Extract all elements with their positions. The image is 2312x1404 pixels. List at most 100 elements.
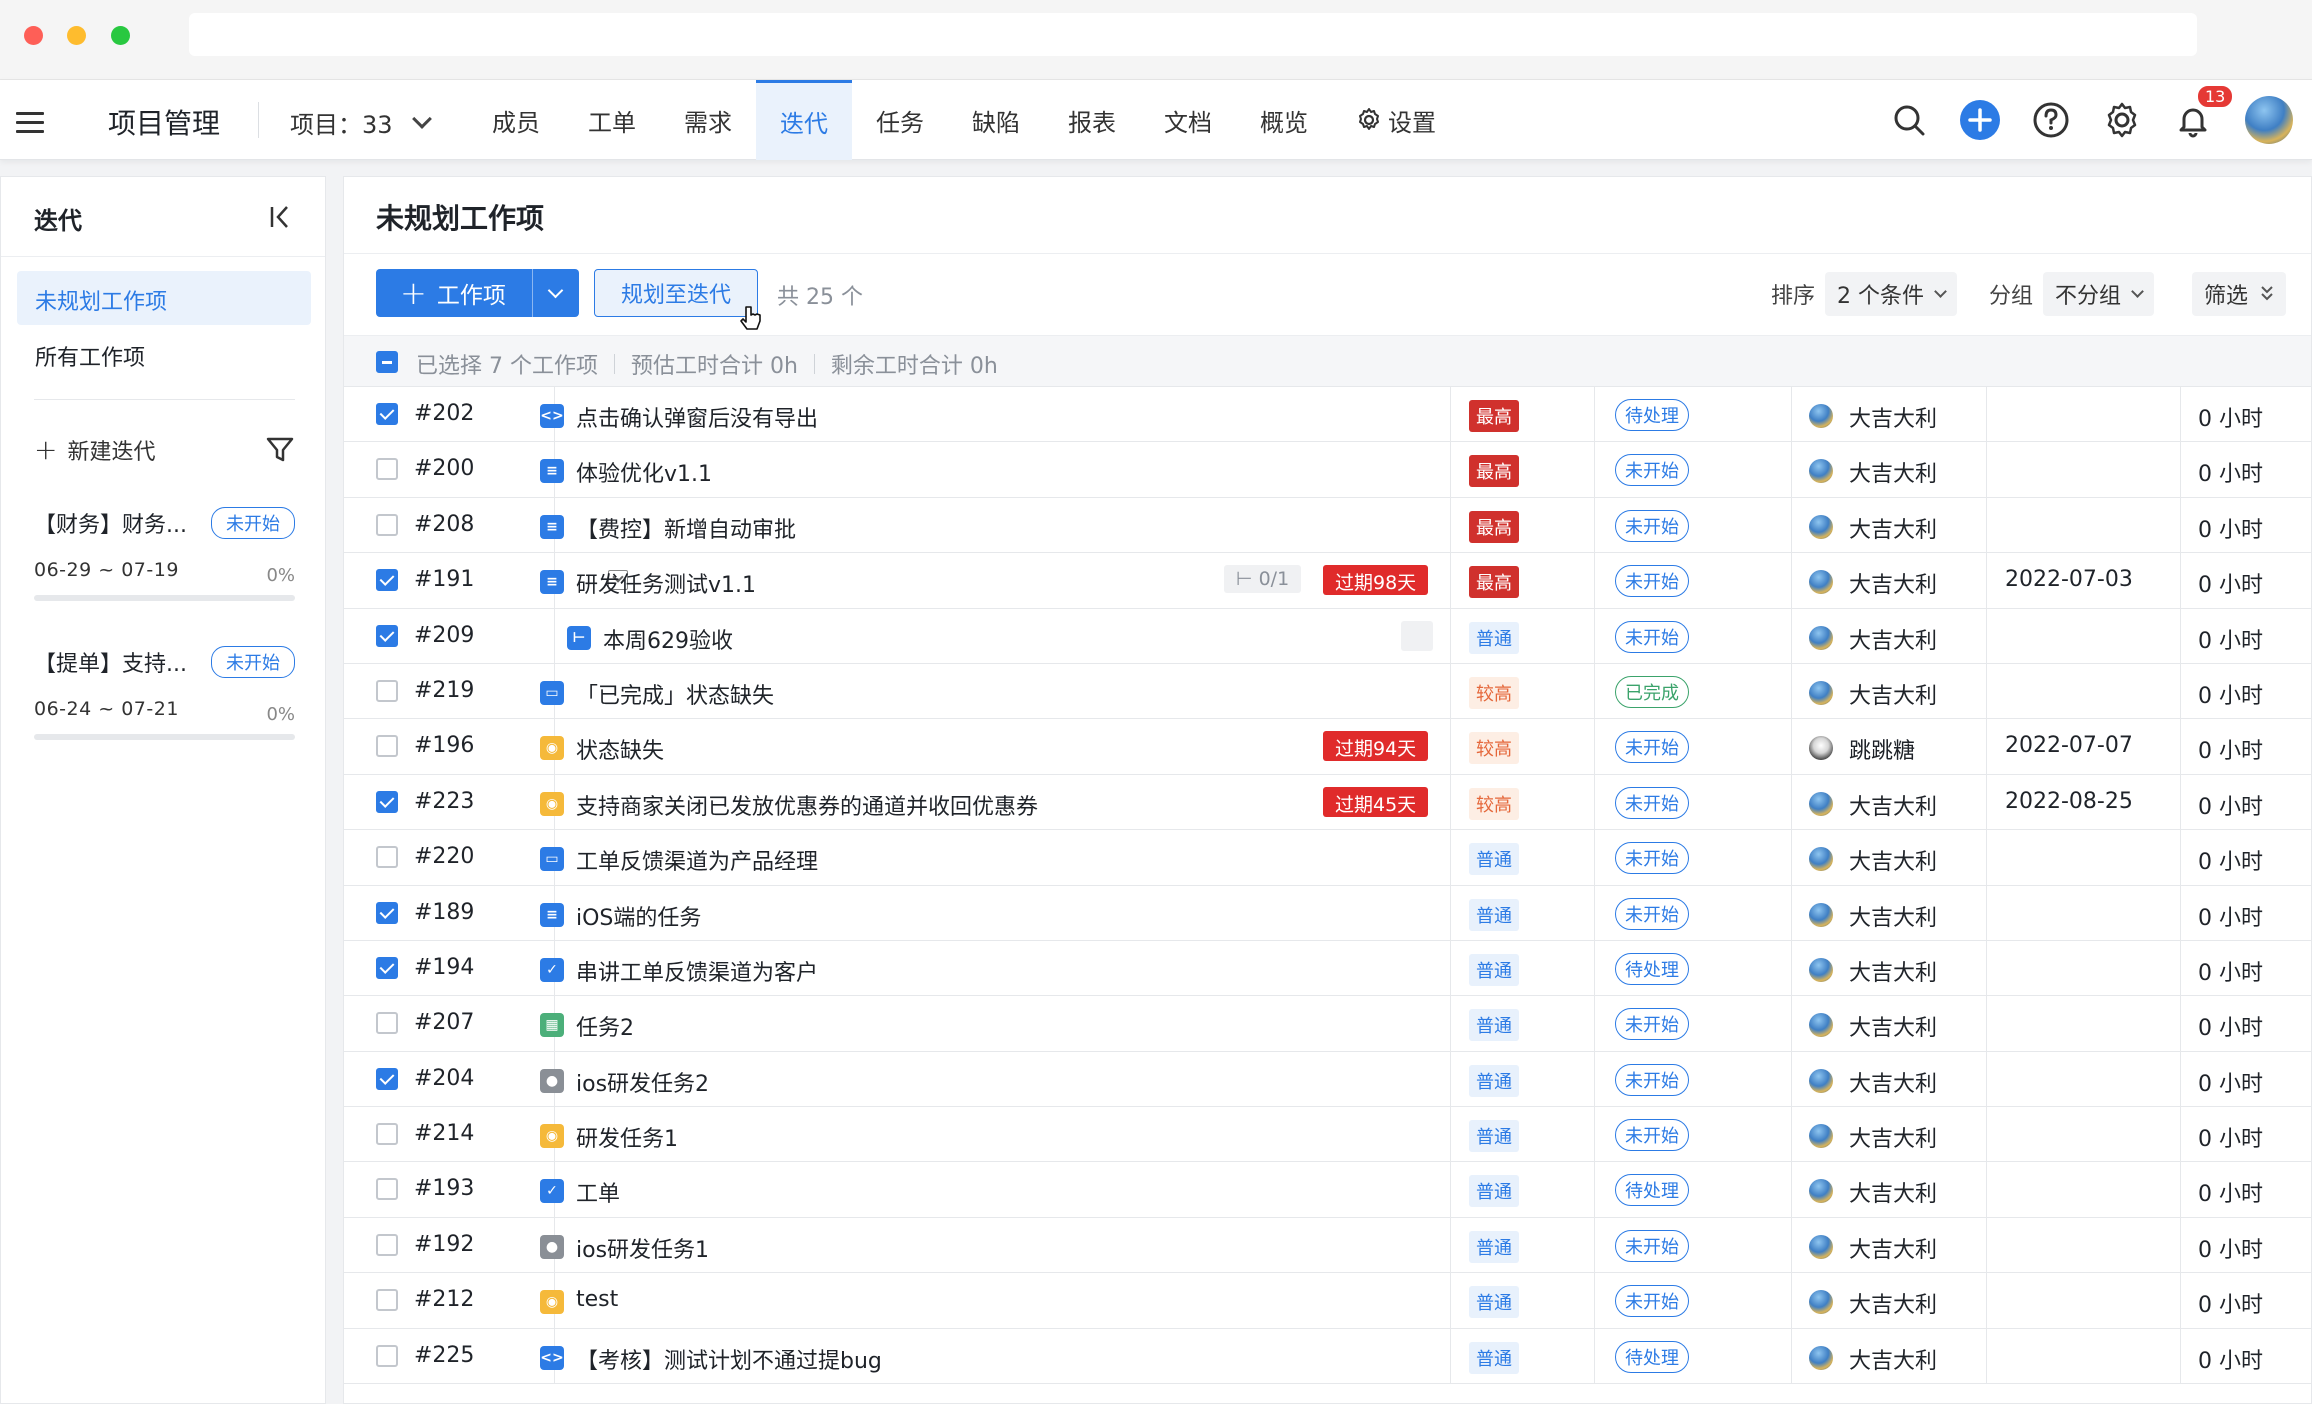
table-row[interactable]: #225 <> 【考核】测试计划不通过提bug 普通 待处理 大吉大利 0 小时 xyxy=(344,1328,2311,1385)
due-date[interactable]: 2022-08-25 xyxy=(2005,789,2133,814)
item-title[interactable]: 工单 xyxy=(576,1176,620,1208)
priority-badge[interactable]: 较高 xyxy=(1469,732,1519,765)
assignee-name[interactable]: 大吉大利 xyxy=(1849,1343,1937,1375)
iteration-item[interactable]: 【提单】支持... 未开始 06-24 ~ 07-21 0% xyxy=(34,646,295,740)
plan-to-iteration-button[interactable]: 规划至迭代 xyxy=(594,269,759,317)
table-row[interactable]: #193 ✓ 工单 普通 待处理 大吉大利 0 小时 xyxy=(344,1162,2311,1218)
row-checkbox[interactable] xyxy=(376,1178,398,1201)
table-row[interactable]: #200 ≡ 体验优化v1.1 最高 未开始 大吉大利 0 小时 xyxy=(344,442,2311,498)
status-badge[interactable]: 待处理 xyxy=(1615,399,1689,431)
add-work-item-dropdown[interactable] xyxy=(533,269,579,317)
group-dropdown[interactable]: 不分组 xyxy=(2043,272,2155,316)
row-checkbox[interactable] xyxy=(376,403,398,425)
status-badge[interactable]: 未开始 xyxy=(1615,565,1689,598)
assignee-name[interactable]: 大吉大利 xyxy=(1849,844,1937,876)
priority-badge[interactable]: 普通 xyxy=(1469,621,1519,654)
row-checkbox[interactable] xyxy=(376,1067,398,1090)
priority-badge[interactable]: 普通 xyxy=(1469,1286,1519,1319)
item-title[interactable]: 研发任务测试v1.1 xyxy=(576,567,756,599)
item-title[interactable]: 「已完成」状态缺失 xyxy=(576,678,774,710)
close-window-button[interactable] xyxy=(24,26,43,45)
table-row[interactable]: #204 ● ios研发任务2 普通 未开始 大吉大利 0 小时 xyxy=(344,1051,2311,1108)
sort-dropdown[interactable]: 2 个条件 xyxy=(1825,272,1958,316)
table-row[interactable]: #189 ≡ iOS端的任务 普通 未开始 大吉大利 0 小时 xyxy=(344,885,2311,941)
filter-button[interactable]: 筛选 xyxy=(2192,272,2287,316)
assignee-name[interactable]: 跳跳糖 xyxy=(1849,733,1915,765)
assignee-name[interactable]: 大吉大利 xyxy=(1849,1121,1937,1153)
tab-3[interactable]: 迭代 xyxy=(756,80,852,160)
status-badge[interactable]: 未开始 xyxy=(1615,1008,1689,1041)
priority-badge[interactable]: 最高 xyxy=(1469,400,1519,432)
item-title[interactable]: 支持商家关闭已发放优惠券的通道并收回优惠券 xyxy=(576,789,1038,821)
item-title[interactable]: 工单反馈渠道为产品经理 xyxy=(576,844,818,876)
item-title[interactable]: 任务2 xyxy=(576,1010,634,1042)
assignee-name[interactable]: 大吉大利 xyxy=(1849,401,1937,433)
due-date[interactable]: 2022-07-03 xyxy=(2005,567,2133,592)
status-badge[interactable]: 未开始 xyxy=(1615,731,1689,764)
status-badge[interactable]: 待处理 xyxy=(1615,1340,1689,1373)
row-checkbox[interactable] xyxy=(376,1344,398,1367)
tab-4[interactable]: 任务 xyxy=(852,80,948,160)
priority-badge[interactable]: 普通 xyxy=(1469,1120,1519,1153)
row-checkbox[interactable] xyxy=(376,1012,398,1035)
row-checkbox[interactable] xyxy=(376,735,398,758)
row-checkbox[interactable] xyxy=(376,513,398,536)
table-row[interactable]: #219 ▭ 「已完成」状态缺失 较高 已完成 大吉大利 0 小时 xyxy=(344,663,2311,720)
project-selector[interactable]: 项目：33 xyxy=(290,105,432,140)
assignee-name[interactable]: 大吉大利 xyxy=(1849,789,1937,821)
menu-icon[interactable] xyxy=(16,112,44,133)
filter-icon[interactable] xyxy=(265,435,295,465)
table-row[interactable]: #191 ≡ 研发任务测试v1.1 ⊢ 0/1 过期98天 最高 未开始 大吉大利 2022-0… xyxy=(344,553,2311,609)
select-all-checkbox[interactable] xyxy=(376,351,398,373)
due-date[interactable]: 2022-07-07 xyxy=(2005,733,2133,758)
assignee-name[interactable]: 大吉大利 xyxy=(1849,955,1937,987)
tab-0[interactable]: 成员 xyxy=(468,80,564,160)
priority-badge[interactable]: 普通 xyxy=(1469,1230,1519,1263)
table-row[interactable]: #196 ◉ 状态缺失 过期94天 较高 未开始 跳跳糖 2022-07-07 0 小时 xyxy=(344,719,2311,775)
priority-badge[interactable]: 普通 xyxy=(1469,1064,1519,1097)
row-checkbox[interactable] xyxy=(376,846,398,869)
priority-badge[interactable]: 普通 xyxy=(1469,1341,1519,1374)
assignee-name[interactable]: 大吉大利 xyxy=(1849,623,1937,655)
item-title[interactable]: 本周629验收 xyxy=(603,623,733,655)
table-row[interactable]: #223 ◉ 支持商家关闭已发放优惠券的通道并收回优惠券 过期45天 较高 未开始 大吉大利… xyxy=(344,774,2311,831)
table-row[interactable]: #202 <> 点击确认弹窗后没有导出 最高 待处理 大吉大利 0 小时 xyxy=(344,387,2311,443)
tab-5[interactable]: 缺陷 xyxy=(948,80,1044,160)
assignee-name[interactable]: 大吉大利 xyxy=(1849,1010,1937,1042)
priority-badge[interactable]: 普通 xyxy=(1469,1009,1519,1042)
row-checkbox[interactable] xyxy=(376,1233,398,1256)
priority-badge[interactable]: 较高 xyxy=(1469,676,1519,709)
status-badge[interactable]: 未开始 xyxy=(1615,454,1689,487)
tab-6[interactable]: 报表 xyxy=(1044,80,1140,160)
sidebar-item-unplanned[interactable]: 未规划工作项 xyxy=(17,271,311,325)
row-checkbox[interactable] xyxy=(376,679,398,702)
priority-badge[interactable]: 普通 xyxy=(1469,953,1519,986)
item-title[interactable]: 【考核】测试计划不通过提bug xyxy=(576,1343,882,1375)
row-checkbox[interactable] xyxy=(376,901,398,924)
assignee-name[interactable]: 大吉大利 xyxy=(1849,1176,1937,1208)
table-row[interactable]: #220 ▭ 工单反馈渠道为产品经理 普通 未开始 大吉大利 0 小时 xyxy=(344,830,2311,886)
help-icon[interactable] xyxy=(2030,99,2072,141)
assignee-name[interactable]: 大吉大利 xyxy=(1849,900,1937,932)
item-title[interactable]: 串讲工单反馈渠道为客户 xyxy=(576,955,818,987)
address-bar[interactable] xyxy=(189,13,2197,56)
row-checkbox[interactable] xyxy=(376,624,398,647)
status-badge[interactable]: 待处理 xyxy=(1615,952,1689,985)
status-badge[interactable]: 未开始 xyxy=(1615,897,1689,930)
status-badge[interactable]: 未开始 xyxy=(1615,620,1689,653)
gear-icon[interactable] xyxy=(2101,99,2143,141)
item-title[interactable]: ios研发任务2 xyxy=(576,1066,709,1098)
sidebar-item-all[interactable]: 所有工作项 xyxy=(17,327,311,381)
status-badge[interactable]: 待处理 xyxy=(1615,1174,1689,1207)
status-badge[interactable]: 未开始 xyxy=(1615,1119,1689,1152)
priority-badge[interactable]: 普通 xyxy=(1469,898,1519,931)
table-row[interactable]: #207 ▦ 任务2 普通 未开始 大吉大利 0 小时 xyxy=(344,996,2311,1052)
collapse-sidebar-icon[interactable] xyxy=(267,203,295,231)
item-title[interactable]: iOS端的任务 xyxy=(576,900,701,932)
user-avatar[interactable] xyxy=(2245,96,2293,144)
tab-7[interactable]: 文档 xyxy=(1140,80,1236,160)
item-title[interactable]: 研发任务1 xyxy=(576,1121,678,1153)
item-title[interactable]: 点击确认弹窗后没有导出 xyxy=(576,401,818,433)
status-badge[interactable]: 已完成 xyxy=(1615,675,1689,708)
item-title[interactable]: 体验优化v1.1 xyxy=(576,456,712,488)
